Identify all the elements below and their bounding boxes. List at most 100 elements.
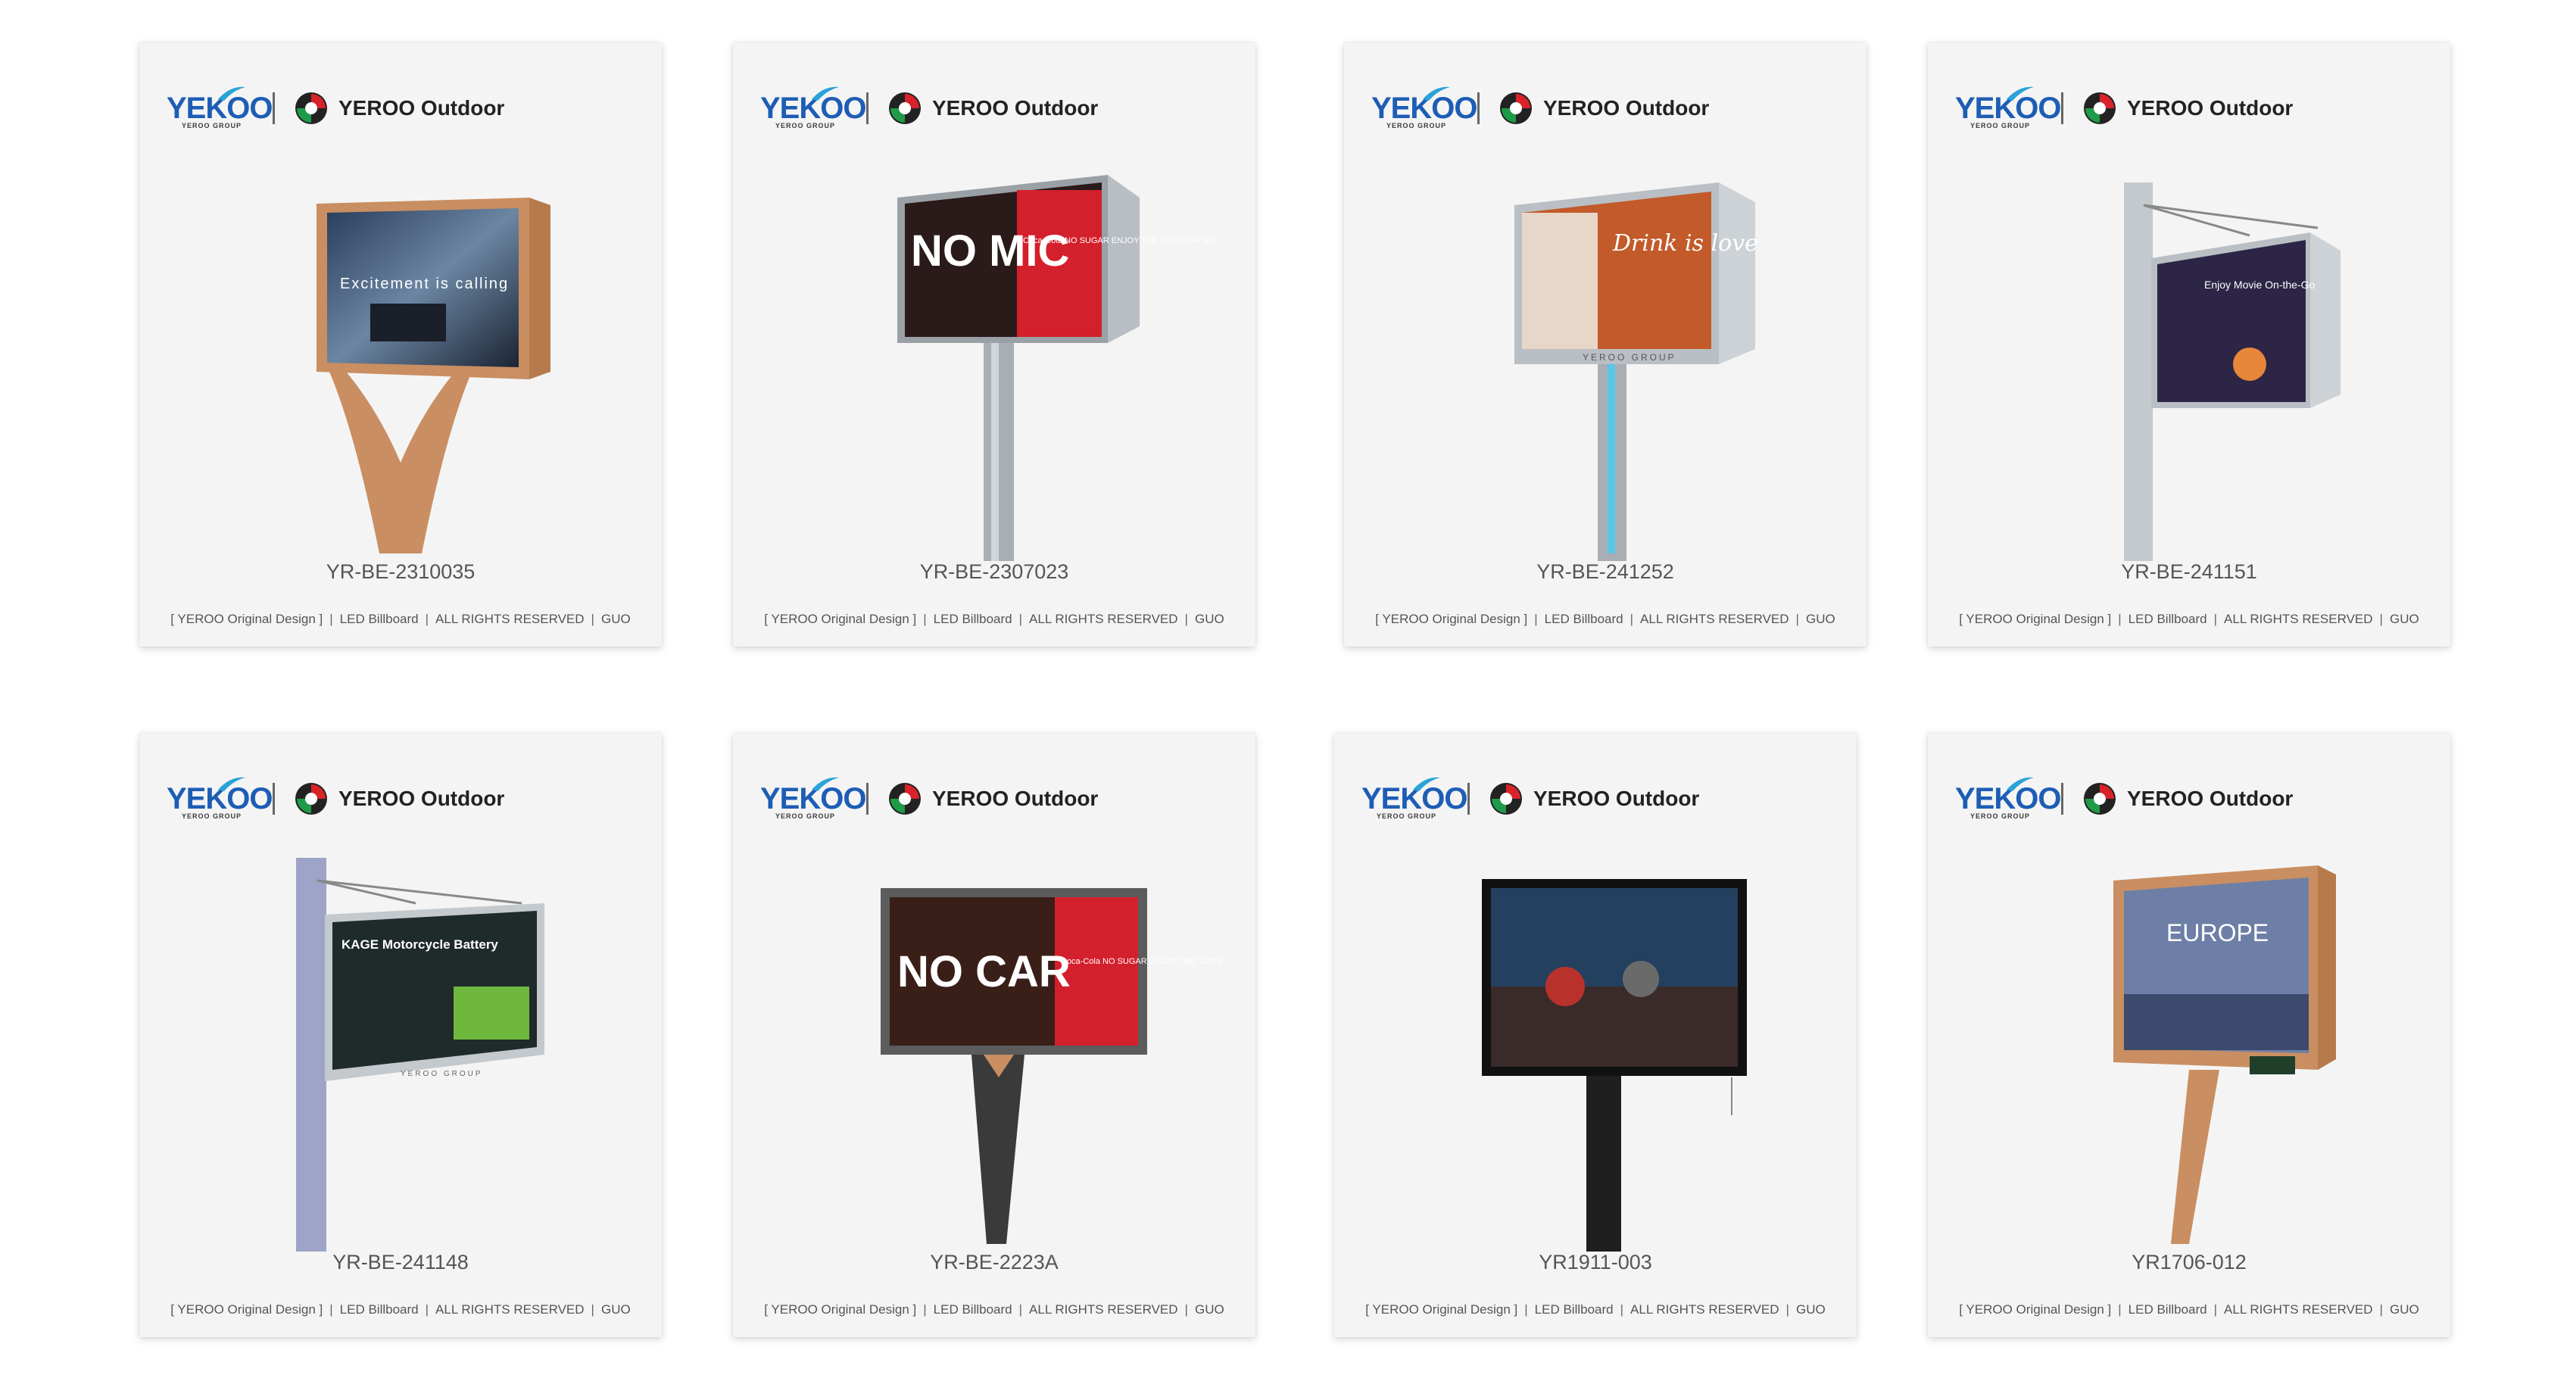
swoosh-icon xyxy=(2007,777,2034,791)
billboard-illustration: EUROPE xyxy=(2113,865,2336,1244)
yeroo-outdoor-text: YEROO Outdoor xyxy=(338,787,505,810)
footer-original-design: [ YEROO Original Design ] xyxy=(1959,612,2112,626)
divider xyxy=(273,783,275,815)
yekoo-logo: YEKOO YEROO GROUP xyxy=(167,84,273,132)
product-card[interactable]: YEKOO YEROO GROUP YEROO Outdoor Enjoy Mo… xyxy=(1928,42,2450,647)
card-footer: [ YEROO Original Design ] | LED Billboard |… xyxy=(764,612,1224,626)
footer-rights: ALL RIGHTS RESERVED xyxy=(1640,612,1789,626)
swoosh-icon xyxy=(218,777,245,791)
divider xyxy=(273,92,275,124)
product-card[interactable]: YEKOO YEROO GROUP YEROO Outdoor NO MIC C… xyxy=(733,42,1255,647)
product-card[interactable]: YEKOO YEROO GROUP YEROO Outdoor Exciteme… xyxy=(139,42,662,647)
footer-category: LED Billboard xyxy=(339,1302,419,1317)
yekoo-logo-subtext: YEROO GROUP xyxy=(182,812,242,820)
billboard-illustration: KAGE Motorcycle Battery YEROO GROUP xyxy=(296,858,544,1252)
yekoo-logo: YEKOO YEROO GROUP xyxy=(760,775,866,823)
footer-author: GUO xyxy=(2389,1302,2419,1317)
product-card[interactable]: YEKOO YEROO GROUP YEROO Outdoor Drink is… xyxy=(1344,42,1867,647)
swoosh-icon xyxy=(218,86,245,101)
billboard-illustration: NO CAR Coca-Cola NO SUGAR ENJOY THE TAST… xyxy=(881,888,1221,1244)
screen-title: KAGE Motorcycle Battery xyxy=(341,937,498,952)
yekoo-logo: YEKOO YEROO GROUP xyxy=(1371,84,1477,132)
product-gallery: YEKOO YEROO GROUP YEROO Outdoor Exciteme… xyxy=(0,0,2576,1381)
brand-logos: YEKOO YEROO GROUP YEROO Outdoor xyxy=(1371,82,1709,135)
screen-text-left: NO MIC xyxy=(911,226,1069,276)
footer-rights: ALL RIGHTS RESERVED xyxy=(1630,1302,1779,1317)
model-number: YR-BE-2223A xyxy=(930,1251,1059,1273)
model-number: YR1911-003 xyxy=(1539,1251,1652,1273)
yekoo-logo: YEKOO YEROO GROUP xyxy=(167,775,273,823)
footer-original-design: [ YEROO Original Design ] xyxy=(170,612,323,626)
footer-author: GUO xyxy=(1795,1302,1826,1317)
yekoo-logo-subtext: YEROO GROUP xyxy=(775,122,836,129)
yeroo-swirl-icon xyxy=(1490,783,1522,815)
swoosh-icon xyxy=(1423,86,1450,101)
footer-original-design: [ YEROO Original Design ] xyxy=(1375,612,1528,626)
billboard-image: Excitement is calling xyxy=(173,145,628,569)
yeroo-outdoor-text: YEROO Outdoor xyxy=(2127,787,2294,810)
footer-rights: ALL RIGHTS RESERVED xyxy=(2224,612,2373,626)
footer-category: LED Billboard xyxy=(933,1302,1012,1317)
screen-text: Drink is love xyxy=(1612,230,1758,257)
footer-category: LED Billboard xyxy=(339,612,419,626)
billboard-image: KAGE Motorcycle Battery YEROO GROUP xyxy=(173,835,628,1259)
card-footer: [ YEROO Original Design ] | LED Billboard |… xyxy=(170,1302,631,1317)
footer-category: LED Billboard xyxy=(1544,612,1623,626)
yeroo-swirl-icon xyxy=(889,92,921,124)
product-card[interactable]: YEKOO YEROO GROUP YEROO Outdoor NO CAR C… xyxy=(733,733,1255,1337)
yeroo-outdoor-text: YEROO Outdoor xyxy=(932,787,1099,810)
card-footer: [ YEROO Original Design ] | LED Billboard |… xyxy=(1365,1302,1826,1317)
billboard-illustration xyxy=(1482,879,1747,1252)
footer-rights: ALL RIGHTS RESERVED xyxy=(2224,1302,2373,1317)
card-footer: [ YEROO Original Design ] | LED Billboard |… xyxy=(170,612,631,626)
footer-category: LED Billboard xyxy=(933,612,1012,626)
billboard-image: Drink is love YEROO GROUP xyxy=(1378,145,1832,569)
model-number: YR-BE-241252 xyxy=(1536,560,1674,583)
swoosh-icon xyxy=(1413,777,1440,791)
model-number: YR-BE-2310035 xyxy=(326,560,476,583)
yeroo-outdoor-text: YEROO Outdoor xyxy=(2127,96,2294,120)
footer-category: LED Billboard xyxy=(2128,1302,2207,1317)
divider xyxy=(2061,783,2063,815)
footer-author: GUO xyxy=(1194,612,1224,626)
footer-author: GUO xyxy=(1805,612,1835,626)
yeroo-outdoor-text: YEROO Outdoor xyxy=(1533,787,1700,810)
billboard-illustration: NO MIC Coca-Cola NO SUGAR ENJOY THE TAST… xyxy=(897,175,1215,561)
card-footer: [ YEROO Original Design ] | LED Billboard |… xyxy=(764,1302,1224,1317)
yekoo-logo-subtext: YEROO GROUP xyxy=(182,122,242,129)
product-card[interactable]: YEKOO YEROO GROUP YEROO Outdoor EUROPE Y… xyxy=(1928,733,2450,1337)
footer-original-design: [ YEROO Original Design ] xyxy=(1365,1302,1518,1317)
divider xyxy=(866,783,869,815)
product-card[interactable]: YEKOO YEROO GROUP YEROO Outdoor YR1911-0… xyxy=(1334,733,1857,1337)
screen-text-right: Coca-Cola NO SUGAR ENJOY THE TASTE OF NO xyxy=(1023,236,1215,245)
footer-original-design: [ YEROO Original Design ] xyxy=(764,1302,917,1317)
card-footer: [ YEROO Original Design ] | LED Billboard |… xyxy=(1375,612,1835,626)
screen-text: EUROPE xyxy=(2166,919,2269,946)
frame-text: YEROO GROUP xyxy=(1583,352,1676,363)
product-card[interactable]: YEKOO YEROO GROUP YEROO Outdoor KAGE Mot… xyxy=(139,733,662,1337)
footer-original-design: [ YEROO Original Design ] xyxy=(1959,1302,2112,1317)
yeroo-swirl-icon xyxy=(295,783,327,815)
divider xyxy=(1477,92,1480,124)
yekoo-logo-subtext: YEROO GROUP xyxy=(1970,812,2031,820)
billboard-image: NO CAR Coca-Cola NO SUGAR ENJOY THE TAST… xyxy=(767,835,1221,1259)
divider xyxy=(866,92,869,124)
billboard-image xyxy=(1368,835,1823,1259)
footer-author: GUO xyxy=(2389,612,2419,626)
footer-category: LED Billboard xyxy=(1534,1302,1614,1317)
brand-logos: YEKOO YEROO GROUP YEROO Outdoor xyxy=(1955,772,2293,825)
footer-rights: ALL RIGHTS RESERVED xyxy=(1029,1302,1178,1317)
yekoo-logo-subtext: YEROO GROUP xyxy=(1970,122,2031,129)
swoosh-icon xyxy=(812,86,839,101)
yekoo-logo: YEKOO YEROO GROUP xyxy=(1361,775,1467,823)
divider xyxy=(1467,783,1470,815)
brand-logos: YEKOO YEROO GROUP YEROO Outdoor xyxy=(1955,82,2293,135)
yeroo-outdoor-text: YEROO Outdoor xyxy=(932,96,1099,120)
brand-logos: YEKOO YEROO GROUP YEROO Outdoor xyxy=(167,82,504,135)
yeroo-swirl-icon xyxy=(1500,92,1532,124)
footer-rights: ALL RIGHTS RESERVED xyxy=(435,1302,585,1317)
footer-rights: ALL RIGHTS RESERVED xyxy=(435,612,585,626)
model-number: YR-BE-241151 xyxy=(2121,560,2257,583)
billboard-illustration: Enjoy Movie On-the-Go xyxy=(2124,182,2341,561)
billboard-image: NO MIC Coca-Cola NO SUGAR ENJOY THE TAST… xyxy=(767,145,1221,569)
